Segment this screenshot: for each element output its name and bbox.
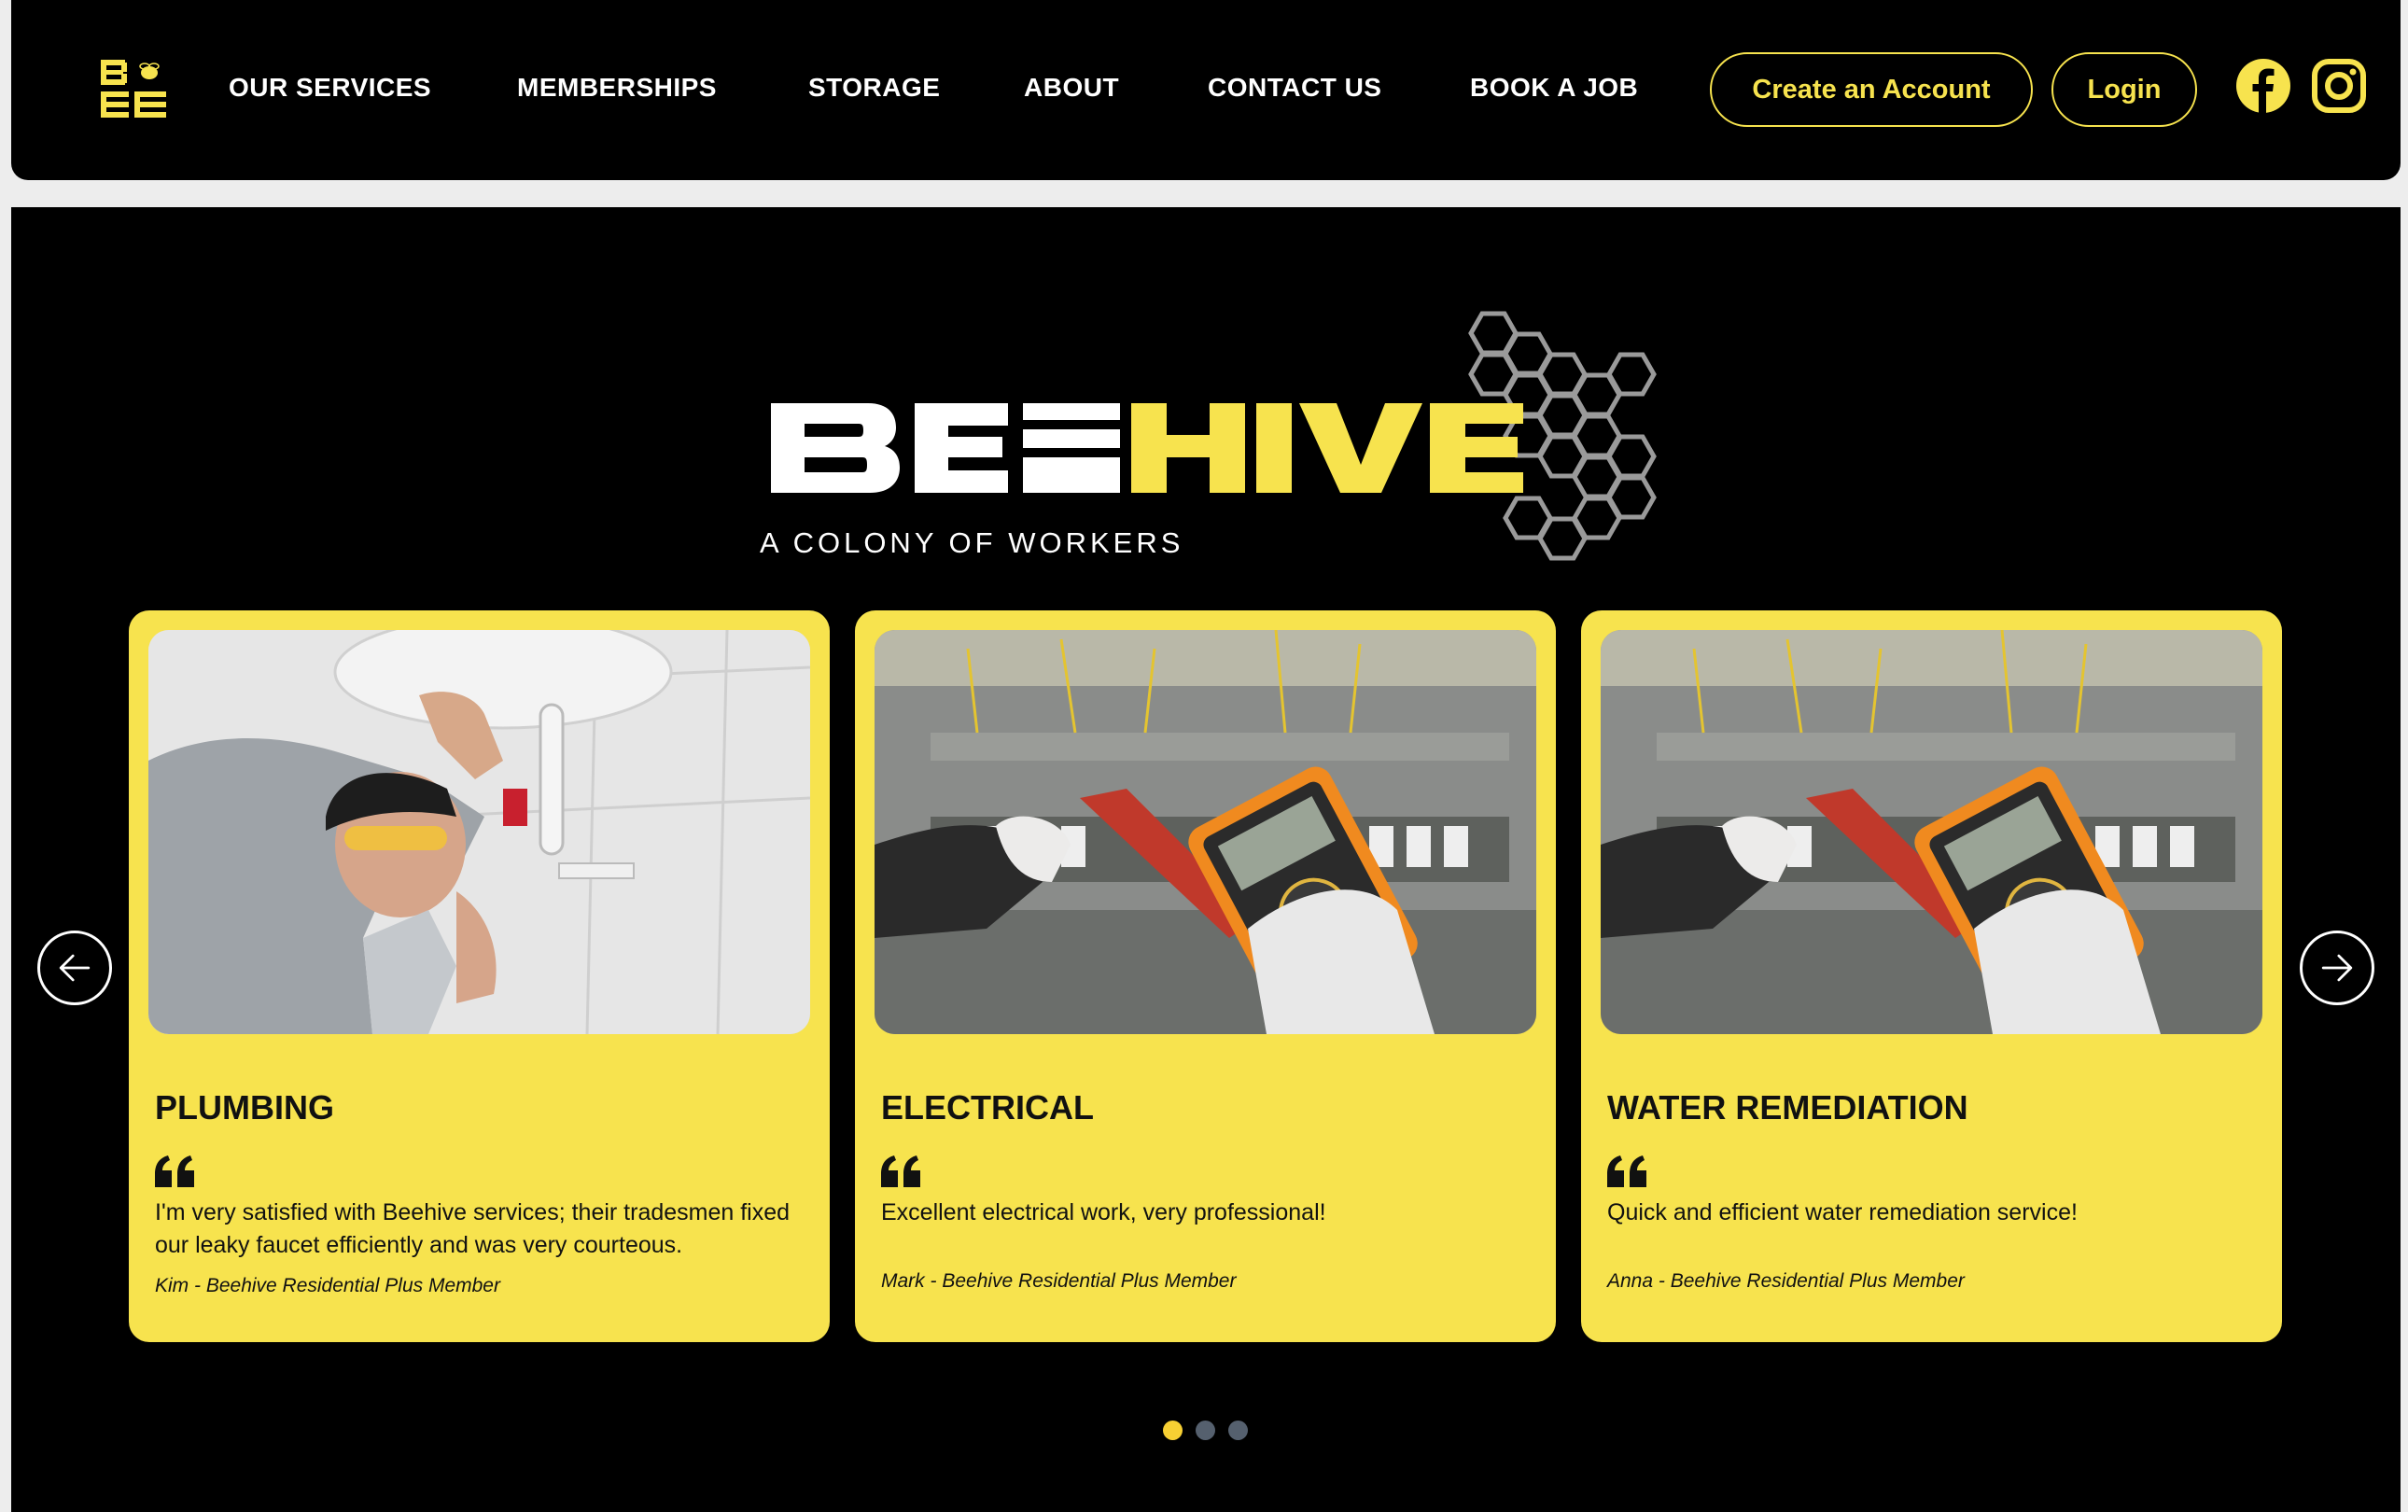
login-button[interactable]: Login [2051,52,2197,127]
create-account-button[interactable]: Create an Account [1710,52,2033,127]
nav-memberships[interactable]: MEMBERSHIPS [517,73,717,103]
carousel-dot-2[interactable] [1196,1421,1215,1440]
testimonial-author: Kim - Beehive Residential Plus Member [155,1275,500,1296]
hive-wordmark [1131,403,1523,493]
plumber-photo [148,630,810,1034]
testimonial-quote: I'm very satisfied with Beehive services… [155,1199,791,1258]
electrician-photo [875,630,1536,1034]
testimonial-quote: Excellent electrical work, very professi… [881,1199,1326,1225]
carousel-prev-arrow-icon[interactable] [37,931,112,1005]
nav-about[interactable]: ABOUT [1024,73,1119,103]
nav-contact-us[interactable]: CONTACT US [1208,73,1381,103]
quote-icon [1607,1155,1646,1187]
card-title: PLUMBING [155,1088,334,1127]
carousel-dot-1[interactable] [1163,1421,1183,1440]
testimonial-author: Anna - Beehive Residential Plus Member [1607,1270,1965,1292]
card-title: WATER REMEDIATION [1607,1088,1968,1127]
hero-section: A COLONY OF WORKERS PLUMBING I'm very sa… [11,207,2401,1512]
carousel-dot-3[interactable] [1228,1421,1248,1440]
testimonial-author: Mark - Beehive Residential Plus Member [881,1270,1237,1292]
nav-book-a-job[interactable]: BOOK A JOB [1470,73,1638,103]
testimonial-quote: Quick and efficient water remediation se… [1607,1199,2078,1225]
testimonial-card-water-remediation[interactable]: WATER REMEDIATION Quick and efficient wa… [1581,610,2282,1342]
brand-tagline: A COLONY OF WORKERS [760,526,1184,559]
testimonial-card-plumbing[interactable]: PLUMBING I'm very satisfied with Beehive… [129,610,830,1342]
nav-our-services[interactable]: OUR SERVICES [229,73,431,103]
quote-icon [881,1155,920,1187]
honeycomb-graphic [1471,314,1654,558]
facebook-icon[interactable] [2235,58,2291,114]
instagram-icon[interactable] [2311,58,2367,114]
card-title: ELECTRICAL [881,1088,1094,1127]
top-navbar: OUR SERVICES MEMBERSHIPS STORAGE ABOUT C… [11,0,2401,180]
beehive-logo-icon[interactable] [101,60,166,118]
carousel-pagination [1163,1421,1248,1440]
bee-wordmark [771,403,1120,493]
testimonial-card-electrical[interactable]: ELECTRICAL Excellent electrical work, ve… [855,610,1556,1342]
electrician-photo [1601,630,2262,1034]
quote-icon [155,1155,194,1187]
nav-storage[interactable]: STORAGE [808,73,940,103]
carousel-next-arrow-icon[interactable] [2300,931,2374,1005]
